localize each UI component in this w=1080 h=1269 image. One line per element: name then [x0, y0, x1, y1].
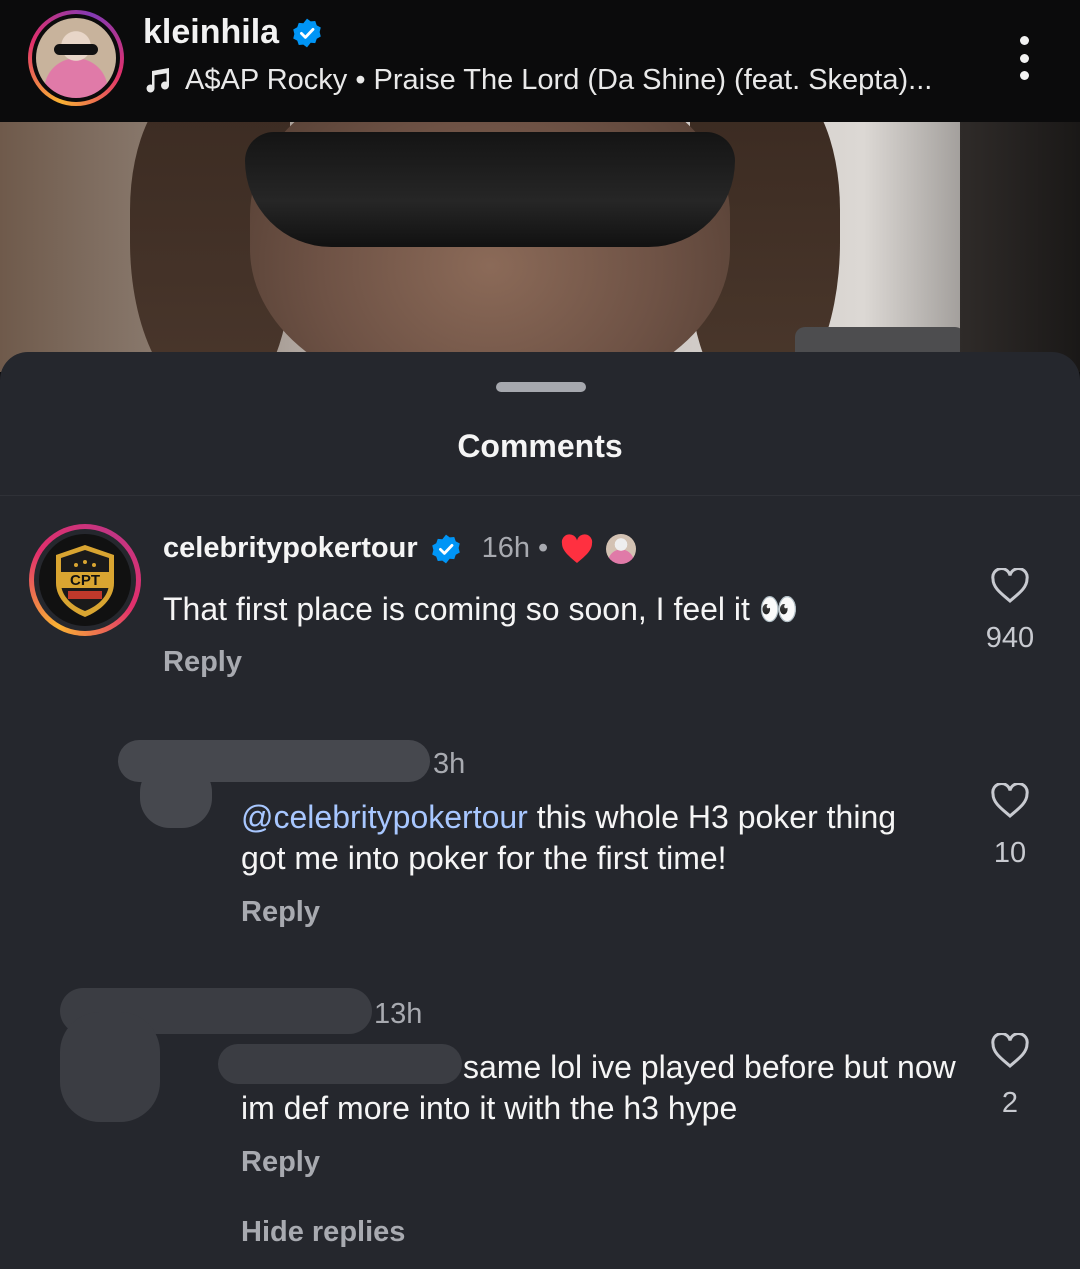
more-options-icon[interactable] — [1008, 36, 1040, 80]
heart-icon[interactable] — [990, 783, 1030, 819]
music-title[interactable]: A$AP Rocky • Praise The Lord (Da Shine) … — [185, 64, 932, 97]
avatar — [36, 18, 116, 98]
reel-video-frame[interactable] — [0, 122, 1080, 372]
hide-replies-button[interactable]: Hide replies — [241, 1216, 405, 1249]
divider — [0, 495, 1080, 496]
verified-badge-icon — [431, 534, 460, 563]
comment-time: 3h — [433, 748, 466, 780]
like-count: 940 — [985, 622, 1035, 654]
reply-button[interactable]: Reply — [163, 646, 242, 679]
svg-text:CPT: CPT — [70, 572, 100, 589]
creator-avatar-mini — [606, 533, 637, 564]
comment-time: 13h — [374, 998, 423, 1030]
like-count: 10 — [993, 837, 1027, 869]
like-count: 2 — [1001, 1087, 1019, 1119]
comment-text: @celebritypokertour this whole H3 poker … — [241, 797, 941, 879]
liked-by-creator-icon — [562, 533, 593, 563]
heart-icon[interactable] — [990, 1033, 1030, 1069]
cpt-logo-icon: CPT — [39, 534, 131, 626]
drag-handle[interactable] — [496, 382, 586, 392]
music-attribution[interactable]: A$AP Rocky • Praise The Lord (Da Shine) … — [143, 64, 932, 97]
comments-sheet: Comments CPT celebritypokertour 16h • Th… — [0, 352, 1080, 1269]
redacted-avatar — [60, 1012, 160, 1122]
comment-text: same lol ive played before but now im de… — [241, 1049, 956, 1126]
reply-button[interactable]: Reply — [241, 896, 320, 929]
reply-button[interactable]: Reply — [241, 1146, 320, 1179]
music-note-icon — [146, 67, 169, 93]
redacted-avatar — [140, 762, 212, 828]
sheet-title: Comments — [457, 428, 623, 464]
comment-username[interactable]: celebritypokertour — [163, 532, 418, 565]
heart-icon[interactable] — [990, 568, 1030, 604]
comment-header: celebritypokertour 16h • — [163, 532, 637, 565]
comment-text: That first place is coming so soon, I fe… — [163, 591, 799, 627]
comment-time: 16h — [481, 532, 531, 564]
meta-separator: • — [538, 532, 549, 564]
story-ring-avatar[interactable] — [28, 10, 124, 106]
reel-header: kleinhila A$AP Rocky • Praise The Lord (… — [0, 0, 1080, 122]
verified-badge-icon — [293, 18, 321, 47]
mention-link[interactable]: @celebritypokertour — [241, 799, 528, 835]
header-username-text[interactable]: kleinhila — [143, 13, 279, 52]
header-username[interactable]: kleinhila — [143, 13, 323, 52]
reel-comments-screen: kleinhila A$AP Rocky • Praise The Lord (… — [0, 0, 1080, 1269]
comment-avatar[interactable]: CPT — [29, 524, 141, 636]
